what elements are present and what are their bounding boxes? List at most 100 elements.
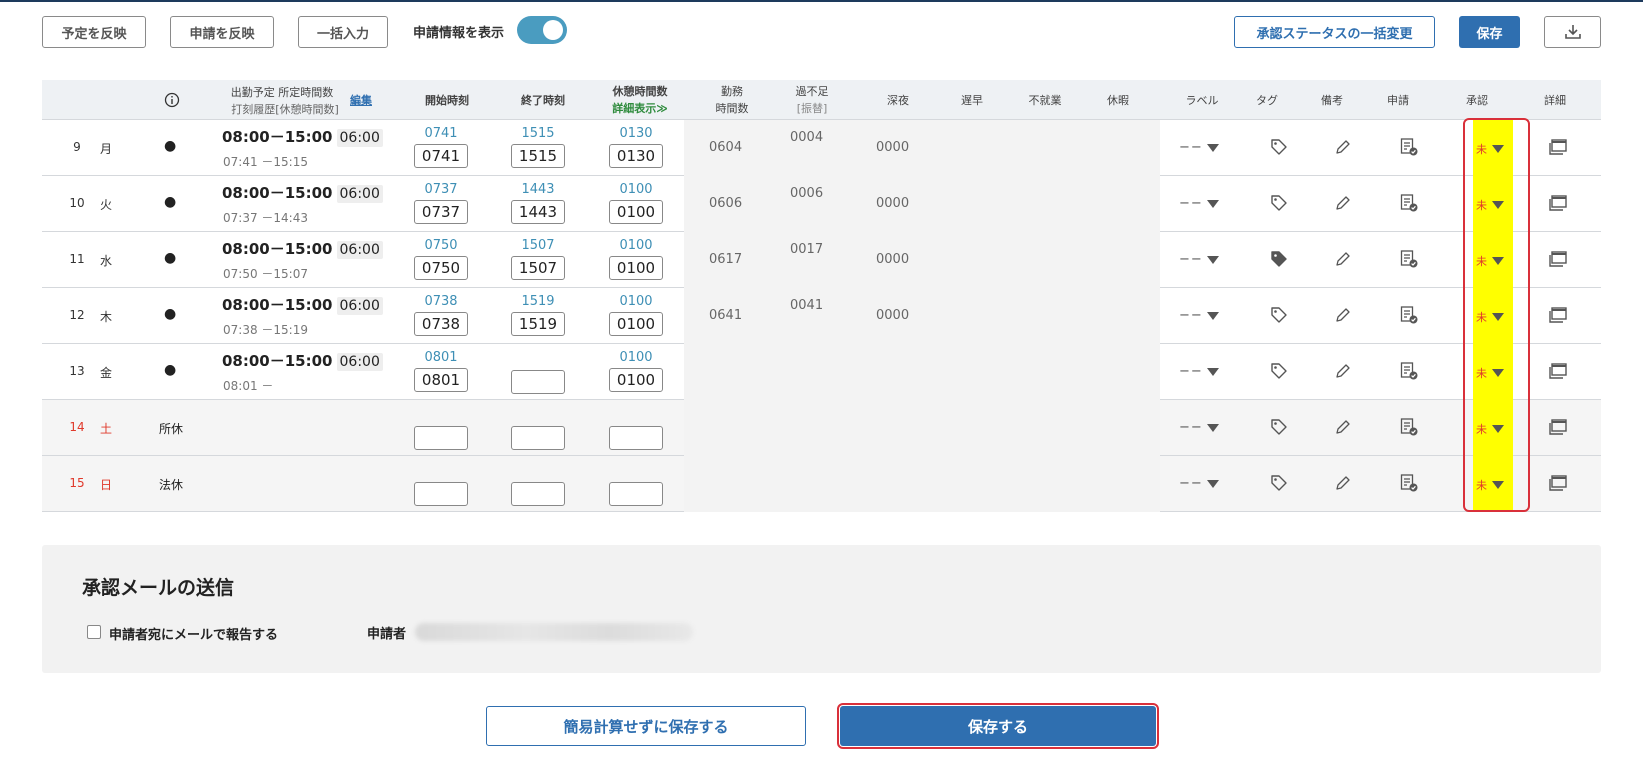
- pencil-icon[interactable]: [1334, 418, 1352, 440]
- bulk-input-button[interactable]: 一括入力: [298, 16, 388, 48]
- info-icon[interactable]: [164, 92, 180, 108]
- break-time-input[interactable]: 0130: [609, 144, 663, 168]
- request-doc-icon[interactable]: [1399, 249, 1419, 273]
- row-day: 11: [69, 252, 85, 266]
- break-time-input[interactable]: 0100: [609, 256, 663, 280]
- label-dropdown[interactable]: −−: [1179, 252, 1219, 267]
- header-detail: 詳細: [1544, 94, 1566, 107]
- table-row: 12 木 ● 08:00－15:00 06:00 07:38 －15:19 073…: [42, 288, 1601, 344]
- start-request-value: 0741: [424, 126, 458, 141]
- break-time-input[interactable]: [609, 482, 663, 506]
- show-request-info-label: 申請情報を表示: [413, 26, 505, 41]
- label-dropdown[interactable]: −−: [1179, 196, 1219, 211]
- scheduled-hours-badge: 06:00: [336, 185, 383, 203]
- end-time-input[interactable]: 1519: [511, 312, 565, 336]
- label-dropdown[interactable]: −−: [1179, 308, 1219, 323]
- end-time-input[interactable]: [511, 482, 565, 506]
- start-time-input[interactable]: [414, 426, 468, 450]
- request-doc-icon[interactable]: [1399, 473, 1419, 497]
- request-doc-icon[interactable]: [1399, 361, 1419, 385]
- label-dropdown[interactable]: −−: [1179, 364, 1219, 379]
- detail-window-icon[interactable]: [1548, 474, 1568, 496]
- end-time-input[interactable]: [511, 370, 565, 394]
- over-short: 0006: [790, 186, 824, 201]
- header-over1: 過不足: [795, 85, 829, 98]
- row-day: 10: [69, 196, 85, 210]
- request-doc-icon[interactable]: [1399, 193, 1419, 217]
- save-button[interactable]: 保存: [1459, 16, 1520, 48]
- header-work1: 勤務: [721, 85, 743, 98]
- pencil-icon[interactable]: [1334, 306, 1352, 328]
- computed-columns-bg: [684, 288, 1160, 344]
- tag-icon[interactable]: [1270, 362, 1288, 384]
- start-time-input[interactable]: 0750: [414, 256, 468, 280]
- break-time-input[interactable]: 0100: [609, 368, 663, 392]
- detail-window-icon[interactable]: [1548, 418, 1568, 440]
- pencil-icon[interactable]: [1334, 250, 1352, 272]
- row-weekday: 金: [100, 366, 113, 380]
- start-time-input[interactable]: [414, 482, 468, 506]
- detail-window-icon[interactable]: [1548, 250, 1568, 272]
- tag-icon[interactable]: [1270, 418, 1288, 440]
- request-doc-icon[interactable]: [1399, 417, 1419, 441]
- label-dropdown[interactable]: −−: [1179, 476, 1219, 491]
- row-day: 14: [69, 420, 85, 434]
- header-edit-link[interactable]: 編集: [350, 94, 372, 107]
- row-day: 15: [69, 476, 85, 490]
- row-weekday: 月: [100, 142, 113, 156]
- night-hours: 0000: [876, 252, 910, 267]
- end-time-input[interactable]: 1507: [511, 256, 565, 280]
- detail-window-icon[interactable]: [1548, 194, 1568, 216]
- tag-icon[interactable]: [1270, 250, 1288, 272]
- mail-report-label: 申請者宛にメールで報告する: [109, 628, 279, 643]
- scheduled-hours-badge: 06:00: [336, 129, 383, 147]
- start-time-input[interactable]: 0741: [414, 144, 468, 168]
- reflect-request-button[interactable]: 申請を反映: [170, 16, 274, 48]
- mail-section-title: 承認メールの送信: [82, 577, 235, 599]
- reflect-plan-button[interactable]: 予定を反映: [42, 16, 146, 48]
- workday-mark: ●: [164, 194, 177, 210]
- mail-report-checkbox[interactable]: [87, 625, 101, 639]
- request-doc-icon[interactable]: [1399, 137, 1419, 161]
- detail-window-icon[interactable]: [1548, 362, 1568, 384]
- end-time-input[interactable]: 1515: [511, 144, 565, 168]
- start-time-input[interactable]: 0801: [414, 368, 468, 392]
- end-time-input[interactable]: 1443: [511, 200, 565, 224]
- requester-label: 申請者: [367, 627, 407, 642]
- computed-columns-bg: [684, 176, 1160, 232]
- end-time-input[interactable]: [511, 426, 565, 450]
- tag-icon[interactable]: [1270, 306, 1288, 328]
- holiday-type: 所休: [159, 422, 184, 436]
- workday-mark: ●: [164, 138, 177, 154]
- header-tag: タグ: [1256, 94, 1278, 107]
- start-time-input[interactable]: 0738: [414, 312, 468, 336]
- pencil-icon[interactable]: [1334, 194, 1352, 216]
- show-request-info-toggle[interactable]: [517, 16, 567, 44]
- break-time-input[interactable]: 0100: [609, 200, 663, 224]
- start-request-value: 0738: [424, 294, 458, 309]
- detail-show-link[interactable]: 詳細表示≫: [612, 102, 668, 115]
- bulk-status-change-button[interactable]: 承認ステータスの一括変更: [1234, 16, 1435, 48]
- planned-time: 08:00－15:00: [222, 184, 333, 202]
- tag-icon[interactable]: [1270, 474, 1288, 496]
- detail-window-icon[interactable]: [1548, 306, 1568, 328]
- label-dropdown[interactable]: −−: [1179, 420, 1219, 435]
- save-without-calc-button[interactable]: 簡易計算せずに保存する: [486, 706, 806, 746]
- tag-icon[interactable]: [1270, 138, 1288, 160]
- tag-icon[interactable]: [1270, 194, 1288, 216]
- pencil-icon[interactable]: [1334, 474, 1352, 496]
- start-time-input[interactable]: 0737: [414, 200, 468, 224]
- workday-mark: ●: [164, 250, 177, 266]
- pencil-icon[interactable]: [1334, 362, 1352, 384]
- detail-window-icon[interactable]: [1548, 138, 1568, 160]
- request-doc-icon[interactable]: [1399, 305, 1419, 329]
- header-late: 遅早: [961, 94, 983, 107]
- row-day: 12: [69, 308, 85, 322]
- download-button[interactable]: [1544, 16, 1601, 48]
- break-time-input[interactable]: [609, 426, 663, 450]
- break-request-value: 0130: [619, 126, 653, 141]
- pencil-icon[interactable]: [1334, 138, 1352, 160]
- break-time-input[interactable]: 0100: [609, 312, 663, 336]
- label-dropdown[interactable]: −−: [1179, 140, 1219, 155]
- break-request-value: 0100: [619, 238, 653, 253]
